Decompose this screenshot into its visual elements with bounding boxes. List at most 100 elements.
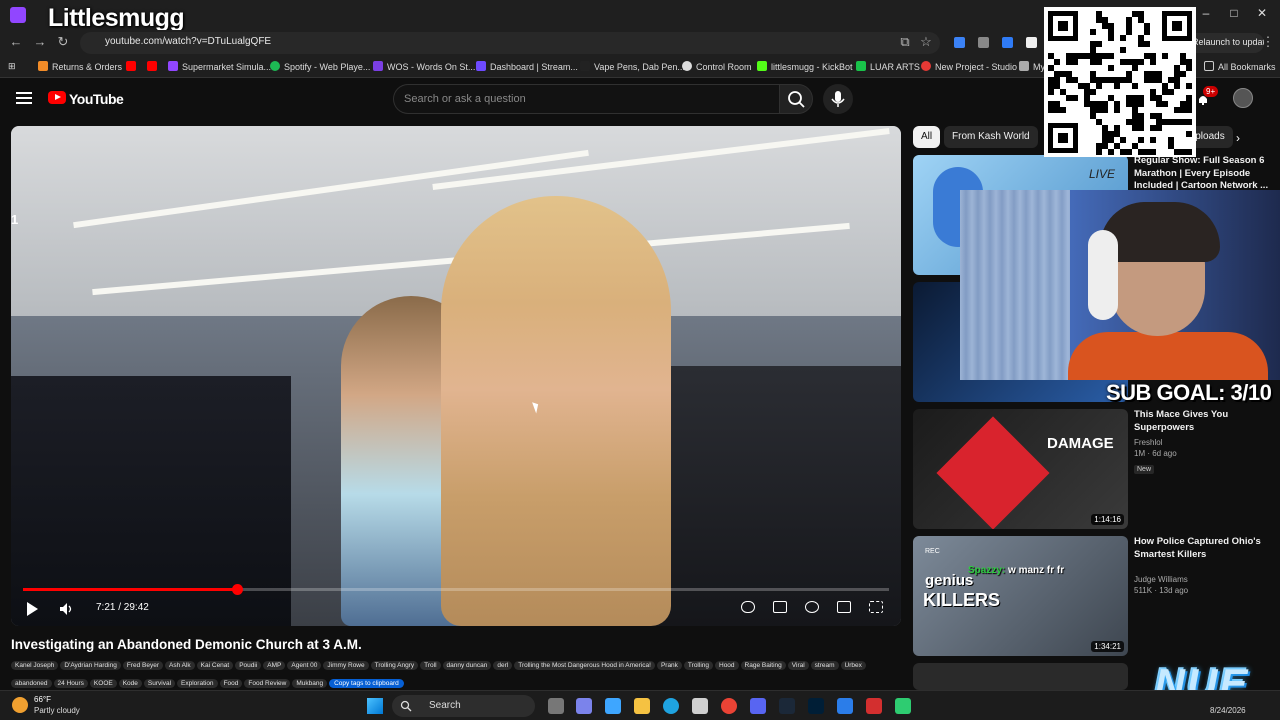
close-icon[interactable]: ✕ xyxy=(1248,6,1276,20)
photoshop-icon[interactable] xyxy=(808,698,824,714)
weather-icon[interactable] xyxy=(12,697,28,713)
chevron-right-icon[interactable]: › xyxy=(1236,131,1240,145)
account-avatar[interactable] xyxy=(1233,88,1253,108)
video-tag[interactable]: Agent 00 xyxy=(287,661,322,670)
voice-search-button[interactable] xyxy=(823,84,853,114)
chrome-icon[interactable] xyxy=(721,698,737,714)
copilot-icon[interactable] xyxy=(605,698,621,714)
task-view-icon[interactable] xyxy=(548,698,564,714)
video-tag[interactable]: Urbex xyxy=(840,661,866,670)
windows-start-icon[interactable] xyxy=(367,698,383,714)
channel-name[interactable]: Freshlol xyxy=(1134,438,1274,447)
acrobat-icon[interactable] xyxy=(866,698,882,714)
video-tag[interactable]: derl xyxy=(493,661,513,670)
video-player[interactable]: 1 7:21 / 29:42 xyxy=(11,126,901,626)
relaunch-update-button[interactable]: Relaunch to update xyxy=(1186,33,1264,53)
video-tag[interactable]: Jimmy Rowe xyxy=(323,661,369,670)
sidebar-video-info[interactable]: Regular Show: Full Season 6 Marathon | E… xyxy=(1134,155,1274,193)
search-button[interactable] xyxy=(779,84,813,114)
maximize-icon[interactable]: □ xyxy=(1220,6,1248,20)
youtube-bookmark-icon[interactable] xyxy=(147,61,161,72)
twitch-icon[interactable] xyxy=(10,7,26,23)
video-tag[interactable]: Mukbang xyxy=(292,679,328,688)
extension-icon[interactable] xyxy=(978,37,989,48)
sidebar-video-info[interactable]: This Mace Gives You Superpowers Freshlol… xyxy=(1134,409,1274,476)
steam-icon[interactable] xyxy=(779,698,795,714)
subtitles-icon[interactable] xyxy=(773,601,787,613)
video-tag[interactable]: AMP xyxy=(263,661,286,670)
video-tag[interactable]: Poudii xyxy=(235,661,262,670)
video-tag[interactable]: Trolling Angry xyxy=(370,661,419,670)
sidebar-video-thumbnail[interactable] xyxy=(913,663,1128,690)
video-tag[interactable]: Survival xyxy=(143,679,176,688)
app-icon[interactable] xyxy=(895,698,911,714)
teams-icon[interactable] xyxy=(576,698,592,714)
bookmark-item[interactable]: Returns & Orders xyxy=(38,61,122,72)
video-tag[interactable]: Exploration xyxy=(177,679,218,688)
sidebar-video-title[interactable]: How Police Captured Ohio's Smartest Kill… xyxy=(1134,536,1274,561)
video-tag[interactable]: 24 Hours xyxy=(53,679,88,688)
autoplay-toggle-icon[interactable] xyxy=(741,601,755,613)
video-tag[interactable]: Prank xyxy=(656,661,682,670)
minimize-icon[interactable]: – xyxy=(1192,6,1220,20)
volume-icon[interactable] xyxy=(59,602,73,616)
copy-tags-button[interactable]: Copy tags to clipboard xyxy=(329,679,404,688)
bookmark-item[interactable]: Spotify - Web Playe... xyxy=(270,61,370,72)
video-tag[interactable]: Fred Beyer xyxy=(122,661,163,670)
edge-icon[interactable] xyxy=(663,698,679,714)
install-app-icon[interactable]: ⧉ xyxy=(895,34,915,50)
bookmark-item[interactable]: Vape Pens, Dab Pen... xyxy=(580,61,685,72)
bookmark-item[interactable]: LUAR ARTS xyxy=(856,61,920,72)
chip-all[interactable]: All xyxy=(913,126,941,148)
apps-grid-icon[interactable]: ⊞ xyxy=(8,61,16,72)
bookmark-item[interactable]: Dashboard | Stream... xyxy=(476,61,578,72)
taskbar-date[interactable]: 8/24/2026 xyxy=(1210,706,1246,715)
video-tag[interactable]: Ash Alk xyxy=(164,661,195,670)
play-button-icon[interactable] xyxy=(27,602,38,616)
fullscreen-icon[interactable] xyxy=(869,601,883,613)
extension-icon[interactable] xyxy=(954,37,965,48)
video-progress-bar[interactable] xyxy=(23,584,889,595)
sidebar-video-thumbnail[interactable]: DAMAGE 1:14:16 xyxy=(913,409,1128,529)
miniplayer-icon[interactable] xyxy=(837,601,851,613)
bookmark-item[interactable]: littlesmugg - KickBot xyxy=(757,61,853,72)
bookmark-item[interactable]: Control Room xyxy=(682,61,752,72)
back-icon[interactable]: ← xyxy=(6,34,26,49)
youtube-logo-icon[interactable] xyxy=(48,91,66,104)
sidebar-video-info[interactable]: How Police Captured Ohio's Smartest Kill… xyxy=(1134,536,1274,595)
sidebar-video-title[interactable]: This Mace Gives You Superpowers xyxy=(1134,409,1274,434)
search-box[interactable] xyxy=(393,84,783,114)
channel-name[interactable]: Judge Williams xyxy=(1134,575,1274,584)
video-tag[interactable]: Viral xyxy=(787,661,809,670)
video-tag[interactable]: D'Aydrian Harding xyxy=(60,661,121,670)
video-tag[interactable]: Food Review xyxy=(244,679,291,688)
settings-gear-icon[interactable] xyxy=(805,601,819,613)
video-tag[interactable]: Kode xyxy=(118,679,142,688)
file-explorer-icon[interactable] xyxy=(634,698,650,714)
video-tag[interactable]: abandoned xyxy=(11,679,52,688)
video-tag[interactable]: stream xyxy=(810,661,839,670)
search-input[interactable] xyxy=(404,91,764,107)
notepad-icon[interactable] xyxy=(837,698,853,714)
youtube-bookmark-icon[interactable] xyxy=(126,61,140,72)
video-tag[interactable]: KOOE xyxy=(89,679,117,688)
bookmark-item[interactable]: WOS - Words On St... xyxy=(373,61,475,72)
store-icon[interactable] xyxy=(692,698,708,714)
weather-description[interactable]: Partly cloudy xyxy=(34,706,80,715)
hamburger-menu-icon[interactable] xyxy=(16,92,32,104)
bookmark-item[interactable]: New Project - Studio xyxy=(921,61,1017,72)
video-tag[interactable]: Rage Baiting xyxy=(740,661,786,670)
extension-icon[interactable] xyxy=(1002,37,1013,48)
address-bar[interactable]: youtube.com/watch?v=DTuLualgQFE xyxy=(80,32,940,54)
video-tag[interactable]: Troll xyxy=(420,661,441,670)
video-tag[interactable]: Kanel Joseph xyxy=(11,661,59,670)
video-tag[interactable]: Hood xyxy=(715,661,739,670)
all-bookmarks-button[interactable]: All Bookmarks xyxy=(1204,61,1276,72)
bookmark-item[interactable]: My xyxy=(1019,61,1045,72)
taskbar-search[interactable]: Search xyxy=(392,695,535,717)
bookmark-star-icon[interactable]: ☆ xyxy=(916,34,936,50)
youtube-logo-text[interactable]: YouTube xyxy=(69,91,124,107)
discord-icon[interactable] xyxy=(750,698,766,714)
video-tag[interactable]: Trolling the Most Dangerous Hood in Amer… xyxy=(514,661,655,670)
more-menu-icon[interactable]: ⋮ xyxy=(1258,34,1278,50)
